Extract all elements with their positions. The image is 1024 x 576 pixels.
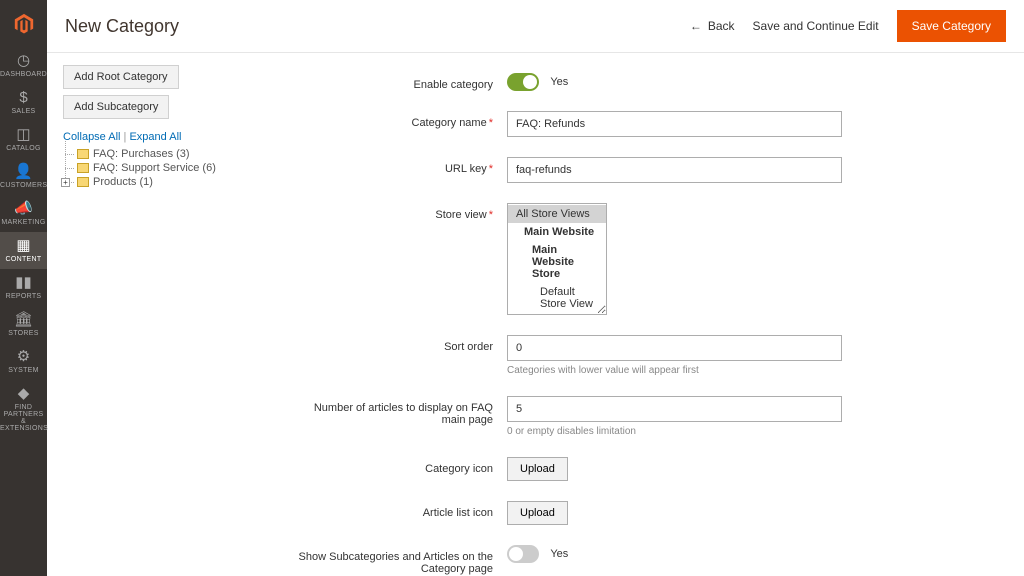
num-articles-label: Number of articles to display on FAQ mai… [297,396,507,426]
gear-icon: ⚙ [0,349,47,364]
tree-controls: Collapse All | Expand All [63,131,281,143]
category-icon-upload-button[interactable]: Upload [507,457,568,481]
expand-all-link[interactable]: Expand All [129,131,181,143]
num-articles-help: 0 or empty disables limitation [507,426,842,437]
url-key-label: URL key* [297,157,507,175]
sort-order-help: Categories with lower value will appear … [507,365,842,376]
diamond-icon: ◆ [0,386,47,401]
article-icon-label: Article list icon [297,501,507,519]
folder-icon [77,177,89,187]
enable-category-toggle[interactable] [507,73,539,91]
store-icon: 🏛 [0,312,47,327]
sort-order-input[interactable] [507,335,842,361]
magento-logo[interactable] [0,0,47,47]
store-option-main[interactable]: Main Website [508,223,606,241]
add-subcategory-button[interactable]: Add Subcategory [63,95,169,119]
sidebar-item-sales[interactable]: $SALES [0,84,47,121]
show-subcategories-toggle[interactable] [507,545,539,563]
article-icon-upload-button[interactable]: Upload [507,501,568,525]
bars-icon: ▮▮ [0,275,47,290]
url-key-input[interactable] [507,157,842,183]
sidebar-item-system[interactable]: ⚙SYSTEM [0,343,47,380]
show-subcategories-label: Show Subcategories and Articles on the C… [297,545,507,575]
person-icon: 👤 [0,164,47,179]
store-option-store[interactable]: Main Website Store [508,241,606,283]
save-continue-button[interactable]: Save and Continue Edit [753,19,879,33]
save-category-button[interactable]: Save Category [897,10,1006,42]
store-view-select[interactable]: All Store Views Main Website Main Websit… [507,203,607,315]
content-icon: ▦ [0,238,47,253]
sidebar-item-catalog[interactable]: ◫CATALOG [0,121,47,158]
collapse-all-link[interactable]: Collapse All [63,131,120,143]
enable-category-value: Yes [550,76,568,88]
arrow-left-icon: ← [690,19,702,33]
store-option-all[interactable]: All Store Views [508,205,606,223]
sidebar-item-partners[interactable]: ◆FIND PARTNERS & EXTENSIONS [0,380,47,438]
category-tree: FAQ: Purchases (3) FAQ: Support Service … [63,147,281,189]
admin-sidebar: ◷DASHBOARD $SALES ◫CATALOG 👤CUSTOMERS 📣M… [0,0,47,576]
category-name-label: Category name* [297,111,507,129]
tree-node[interactable]: +Products (1) [63,175,281,189]
tree-expand-icon[interactable]: + [61,178,70,187]
tree-node[interactable]: FAQ: Purchases (3) [63,147,281,161]
catalog-icon: ◫ [0,127,47,142]
category-name-input[interactable] [507,111,842,137]
dollar-icon: $ [0,90,47,105]
page-header: New Category ← Back Save and Continue Ed… [47,0,1024,53]
dashboard-icon: ◷ [0,53,47,68]
show-subcategories-value: Yes [550,548,568,560]
enable-category-label: Enable category [297,73,507,91]
num-articles-input[interactable] [507,396,842,422]
folder-icon [77,163,89,173]
header-actions: ← Back Save and Continue Edit Save Categ… [690,10,1006,42]
sidebar-item-marketing[interactable]: 📣MARKETING [0,195,47,232]
sort-order-label: Sort order [297,335,507,353]
form-panel: Enable category Yes Category name* URL k… [297,53,1024,576]
tree-node[interactable]: FAQ: Support Service (6) [63,161,281,175]
add-root-category-button[interactable]: Add Root Category [63,65,179,89]
category-tree-panel: Add Root Category Add Subcategory Collap… [47,53,297,576]
folder-icon [77,149,89,159]
sidebar-item-customers[interactable]: 👤CUSTOMERS [0,158,47,195]
page-title: New Category [65,16,179,37]
store-option-default[interactable]: Default Store View [508,283,606,313]
megaphone-icon: 📣 [0,201,47,216]
sidebar-item-reports[interactable]: ▮▮REPORTS [0,269,47,306]
sidebar-item-content[interactable]: ▦CONTENT [0,232,47,269]
store-view-label: Store view* [297,203,507,221]
category-icon-label: Category icon [297,457,507,475]
back-button[interactable]: ← Back [690,19,735,33]
sidebar-item-dashboard[interactable]: ◷DASHBOARD [0,47,47,84]
sidebar-item-stores[interactable]: 🏛STORES [0,306,47,343]
